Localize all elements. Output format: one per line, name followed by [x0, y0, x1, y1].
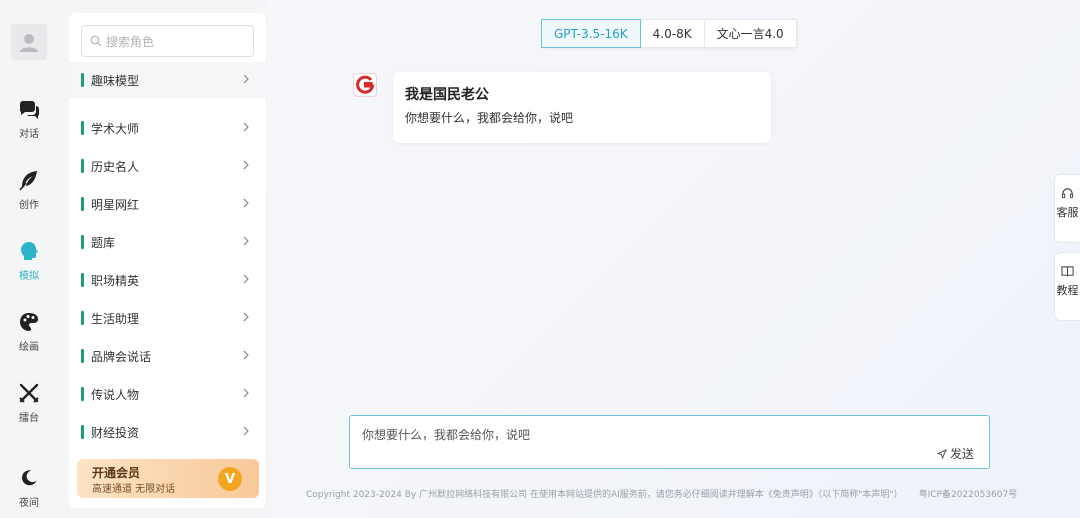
service-label: 客服 — [1056, 206, 1079, 219]
tab-wenxin[interactable]: 文心一言4.0 — [703, 19, 797, 48]
category-label: 传说人物 — [91, 387, 140, 402]
send-icon — [936, 448, 947, 459]
category-label: 生活助理 — [91, 311, 140, 326]
category-marker — [81, 311, 84, 325]
bot-message: 我是国民老公 你想要什么，我都会给你，说吧 — [393, 72, 771, 143]
vip-badge-icon: V — [218, 467, 242, 491]
rail-label: 创作 — [19, 200, 39, 211]
chevron-right-icon — [243, 388, 249, 398]
chevron-right-icon — [243, 160, 249, 170]
category-item[interactable]: 职场精英 — [69, 262, 266, 298]
swords-icon — [19, 383, 39, 403]
feather-icon — [19, 171, 37, 191]
rail-label: 擂台 — [19, 413, 39, 424]
chat-icon — [19, 101, 40, 119]
moon-icon — [22, 470, 37, 486]
model-switcher: GPT-3.5-16K 4.0-8K 文心一言4.0 — [541, 19, 797, 48]
category-item[interactable]: 品牌会说话 — [69, 338, 266, 374]
category-marker — [81, 387, 84, 401]
category-item[interactable]: 学术大师 — [69, 110, 266, 146]
category-label: 题库 — [91, 235, 116, 250]
chevron-right-icon — [243, 74, 249, 84]
head-icon — [21, 242, 38, 260]
rail-label: 夜间 — [19, 498, 39, 509]
user-icon — [20, 34, 38, 52]
chevron-right-icon — [243, 312, 249, 322]
icp-link[interactable]: 粤ICP备2022053607号 — [919, 490, 1018, 500]
category-item[interactable]: 生活助理 — [69, 300, 266, 336]
rail-label: 绘画 — [19, 342, 39, 353]
chevron-right-icon — [243, 236, 249, 246]
category-marker — [81, 197, 84, 211]
rail-item-arena[interactable]: 擂台 — [0, 381, 58, 424]
send-label: 发送 — [949, 447, 974, 461]
category-marker — [81, 349, 84, 363]
category-marker — [81, 273, 84, 287]
book-icon — [1061, 266, 1074, 277]
category-marker — [81, 235, 84, 249]
category-marker — [81, 159, 84, 173]
vip-banner[interactable]: 开通会员 高速通道 无限对话 V — [77, 459, 259, 498]
category-item[interactable]: 明星网红 — [69, 186, 266, 222]
send-button[interactable]: 发送 — [936, 445, 974, 462]
rail-label: 模拟 — [19, 271, 39, 282]
rail-label: 对话 — [19, 129, 39, 140]
g-logo-icon — [356, 75, 375, 94]
rail-item-simulate[interactable]: 模拟 — [0, 239, 58, 282]
search-placeholder: 搜索角色 — [106, 34, 155, 49]
tab-gpt35[interactable]: GPT-3.5-16K — [541, 19, 641, 48]
category-item[interactable]: 传说人物 — [69, 376, 266, 412]
palette-icon — [20, 313, 38, 331]
copyright-text: Copyright 2023-2024 By 广州默拉网络科技有限公司 在使用本… — [306, 490, 903, 500]
rail-item-paint[interactable]: 绘画 — [0, 310, 58, 353]
chat-main: GPT-3.5-16K 4.0-8K 文心一言4.0 我是国民老公 你想要什么，… — [268, 0, 1080, 518]
rail-item-chat[interactable]: 对话 — [0, 97, 58, 140]
vip-subtitle: 高速通道 无限对话 — [92, 484, 176, 495]
rail-item-night[interactable]: 夜间 — [0, 466, 58, 509]
chevron-right-icon — [243, 350, 249, 360]
category-item[interactable]: 趣味模型 — [69, 62, 266, 98]
bot-avatar — [354, 74, 376, 96]
user-avatar[interactable] — [11, 24, 47, 60]
search-icon — [90, 35, 102, 47]
category-marker — [81, 425, 84, 439]
category-label: 趣味模型 — [91, 73, 140, 88]
service-button[interactable]: 客服 — [1054, 174, 1080, 243]
role-panel: 搜索角色 趣味模型 学术大师 历史名人 明星网红 题库 职场精英 生活助理 品牌… — [69, 13, 266, 508]
vip-title: 开通会员 — [92, 466, 141, 480]
category-marker — [81, 121, 84, 135]
message-input[interactable]: 你想要什么，我都会给你，说吧 发送 — [349, 415, 990, 469]
chevron-right-icon — [243, 274, 249, 284]
chevron-right-icon — [243, 198, 249, 208]
rail-item-create[interactable]: 创作 — [0, 168, 58, 211]
category-label: 财经投资 — [91, 425, 140, 440]
category-label: 明星网红 — [91, 197, 140, 212]
search-input[interactable]: 搜索角色 — [81, 25, 254, 57]
footer: Copyright 2023-2024 By 广州默拉网络科技有限公司 在使用本… — [306, 487, 1017, 500]
category-label: 职场精英 — [91, 273, 140, 288]
category-item[interactable]: 题库 — [69, 224, 266, 260]
left-rail: 对话 创作 模拟 绘画 擂台 夜间 — [0, 0, 58, 518]
category-label: 学术大师 — [91, 121, 140, 136]
chevron-right-icon — [243, 426, 249, 436]
tutorial-label: 教程 — [1056, 284, 1079, 297]
bot-message-title: 我是国民老公 — [405, 87, 489, 103]
category-label: 历史名人 — [91, 159, 140, 174]
tab-gpt4[interactable]: 4.0-8K — [639, 19, 705, 48]
bot-message-text: 你想要什么，我都会给你，说吧 — [405, 111, 574, 125]
category-marker — [81, 73, 84, 87]
category-item[interactable]: 财经投资 — [69, 414, 266, 450]
chevron-right-icon — [243, 122, 249, 132]
tutorial-button[interactable]: 教程 — [1054, 252, 1080, 321]
category-label: 品牌会说话 — [91, 349, 152, 364]
headset-icon — [1061, 188, 1074, 199]
category-item[interactable]: 历史名人 — [69, 148, 266, 184]
message-input-placeholder: 你想要什么，我都会给你，说吧 — [362, 428, 531, 442]
